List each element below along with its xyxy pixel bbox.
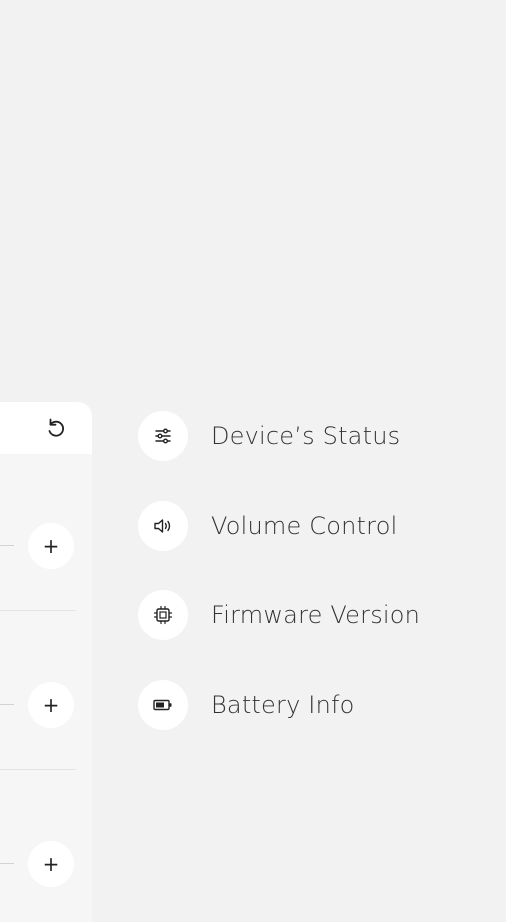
plus-icon: + [42,852,60,876]
plus-icon: + [42,693,60,717]
slider-track[interactable] [0,545,14,546]
plus-icon: + [42,534,60,558]
menu-item-label: Firmware Version [211,601,421,629]
menu-item-label: Battery Info [211,691,355,719]
panel-header [0,402,92,454]
undo-icon [48,418,64,437]
chip-icon [153,605,173,625]
menu-item-label: Volume Control [211,512,398,540]
add-button[interactable]: + [28,682,74,728]
slider-track[interactable] [0,863,14,864]
menu-icon-circle [138,590,188,640]
row-divider [0,610,76,611]
menu-item-device-status[interactable]: Device’s Status [138,410,498,462]
menu-icon-circle [138,501,188,551]
row-divider [0,769,76,770]
side-panel: + + + [0,402,92,922]
sliders-icon [155,428,171,444]
menu-icon-circle [138,680,188,730]
slider-track[interactable] [0,704,14,705]
speaker-icon [154,519,171,533]
menu-item-volume-control[interactable]: Volume Control [138,500,498,552]
reset-button[interactable] [42,414,70,442]
menu-item-label: Device’s Status [211,422,401,450]
menu-item-firmware-version[interactable]: Firmware Version [138,589,498,641]
add-button[interactable]: + [28,523,74,569]
add-button[interactable]: + [28,841,74,887]
menu-icon-circle [138,411,188,461]
menu-item-battery-info[interactable]: Battery Info [138,679,498,731]
battery-icon [153,699,172,711]
